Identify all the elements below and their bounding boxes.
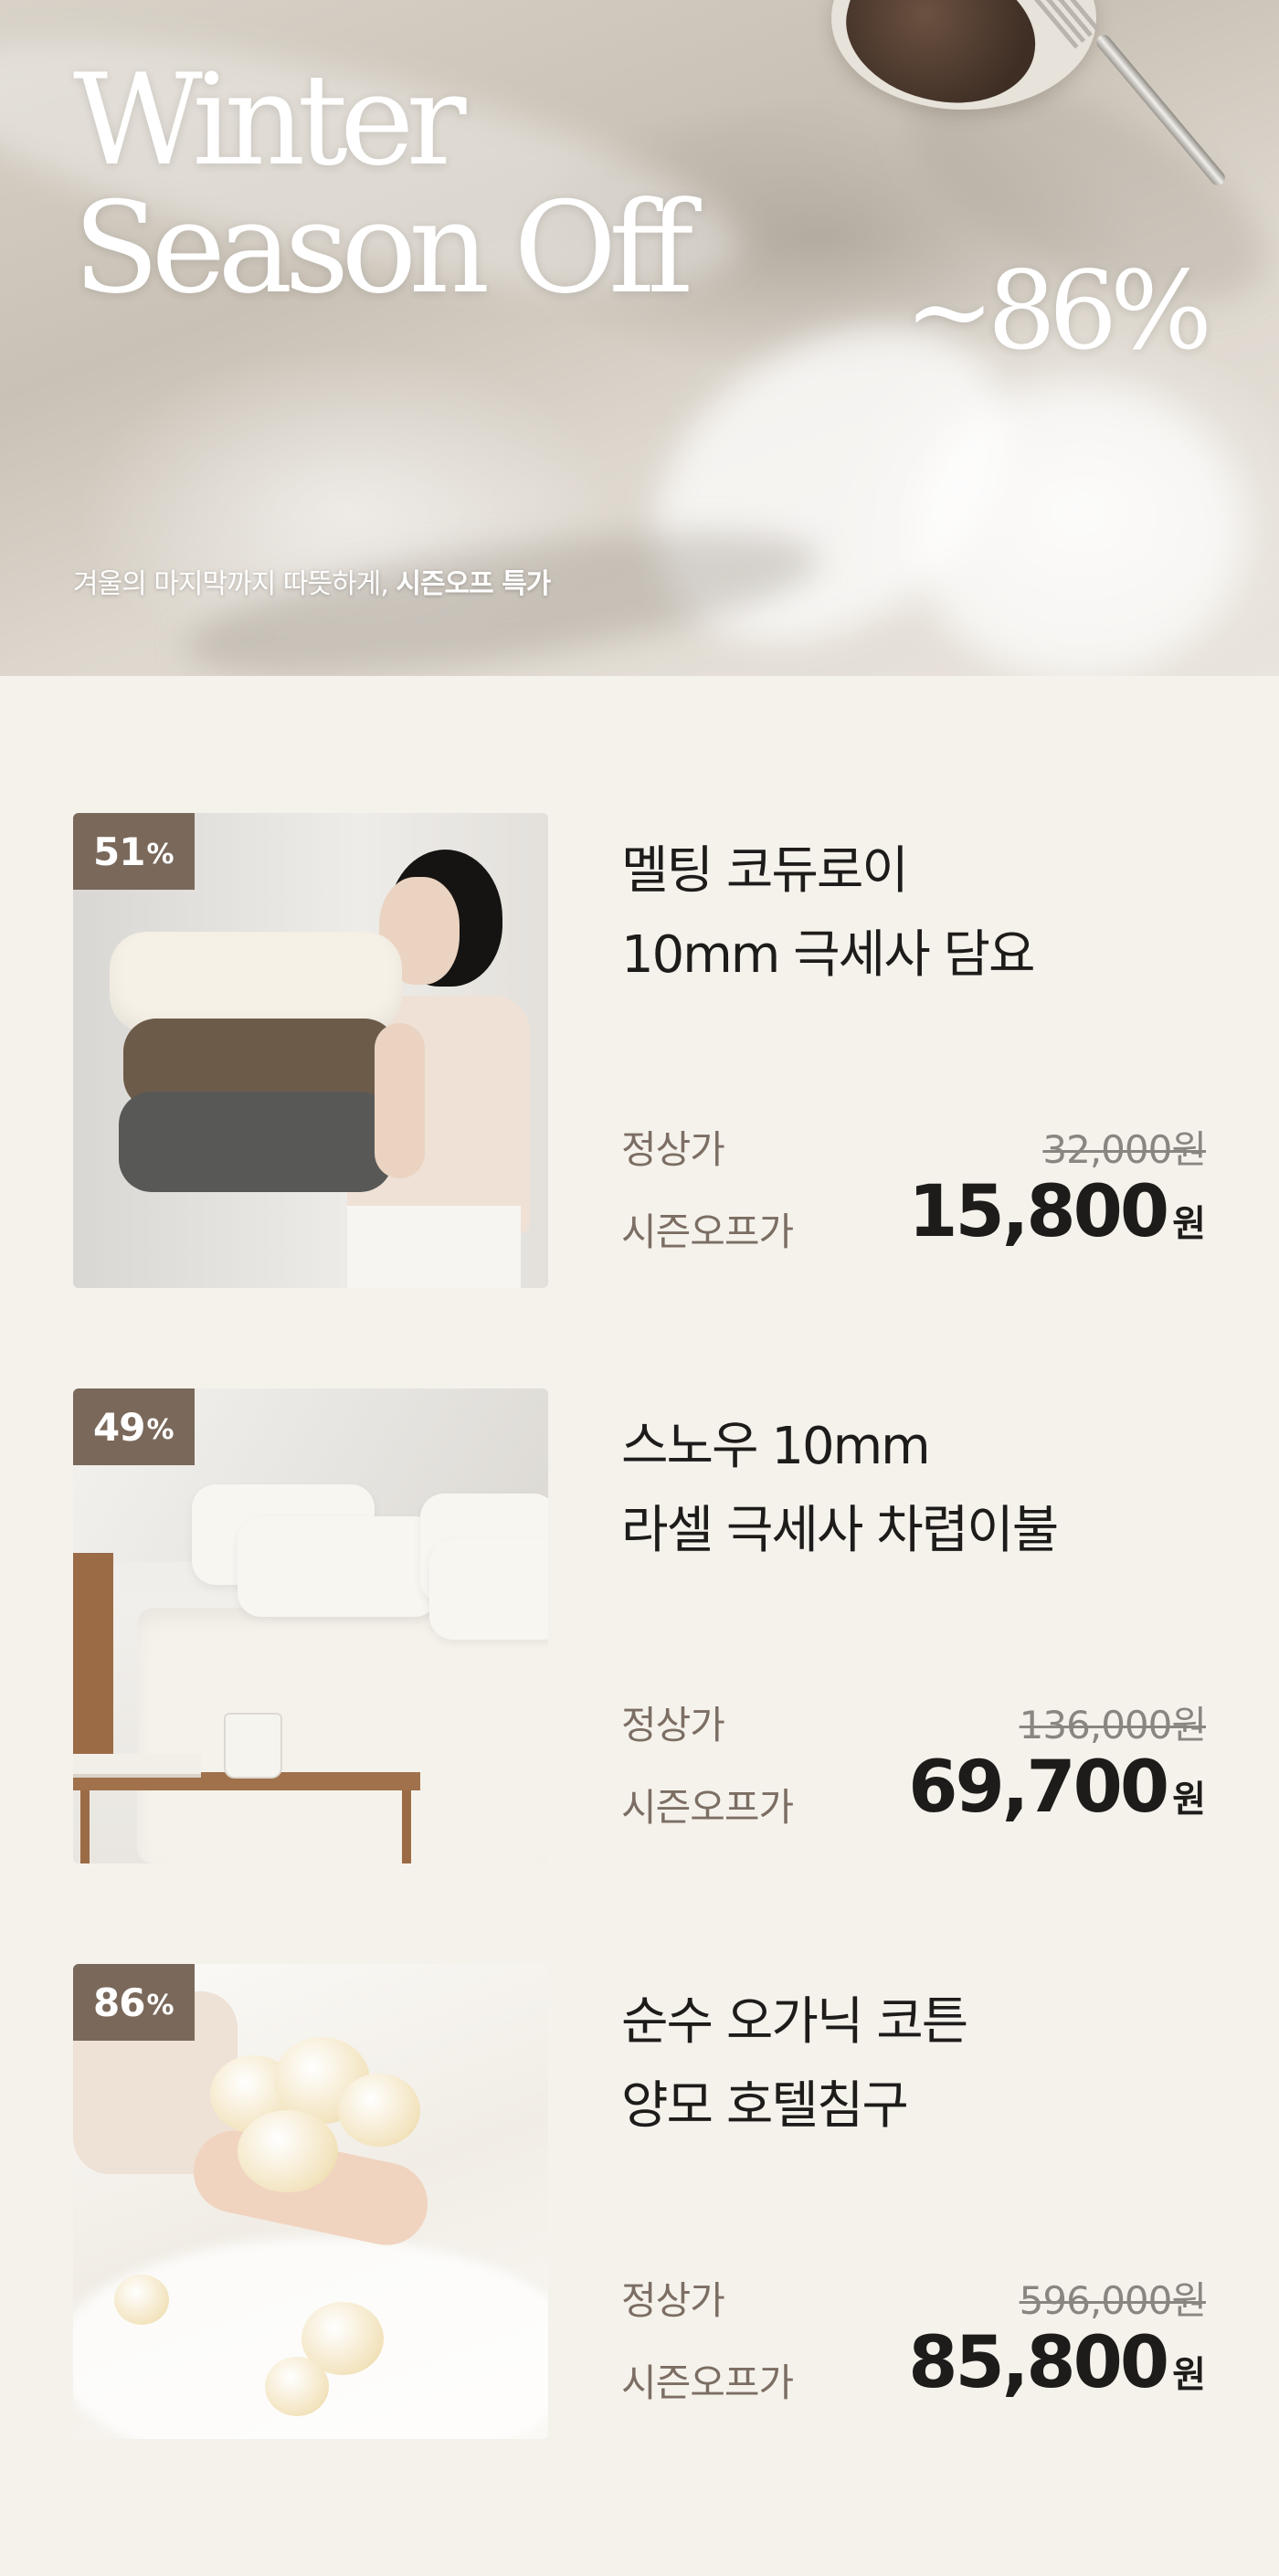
product-card-comforter[interactable]: 49% 스노우 10mm 라셀 극세사 차렵이불 정상가 136,000원 시즌… <box>73 1388 1207 1863</box>
blanket-fold-shading <box>914 384 1242 676</box>
product-card-bedding[interactable]: 86% 순수 오가닉 코튼 양모 호텔침구 정상가 596,000원 시즌오프가… <box>73 1964 1207 2439</box>
product-name[interactable]: 순수 오가닉 코튼 양모 호텔침구 <box>621 1980 968 2148</box>
product-name-line2: 양모 호텔침구 <box>621 2076 909 2136</box>
sale-price-amount: 15,800 <box>908 1171 1169 1253</box>
product-image[interactable]: 49% <box>73 1388 548 1863</box>
sale-price-currency: 원 <box>1172 1203 1206 1245</box>
sale-price: 69,700 원 <box>908 1747 1206 1829</box>
regular-price: 596,000원 <box>1019 2278 1207 2323</box>
pillow <box>429 1539 548 1640</box>
cotton-ball <box>114 2275 169 2325</box>
discount-badge: 51% <box>73 813 195 890</box>
discount-badge-unit: % <box>146 1989 174 2022</box>
discount-badge-unit: % <box>146 838 174 871</box>
wooden-chair <box>73 1553 113 1763</box>
side-table-leg <box>80 1790 90 1863</box>
ivory-comforter <box>137 1608 548 1863</box>
regular-price-label: 정상가 <box>621 1703 725 1747</box>
product-name-line1: 멜팅 코듀로이 <box>621 841 909 901</box>
product-name-line2: 라셀 극세사 차렵이불 <box>621 1501 1059 1560</box>
gray-blanket <box>119 1092 393 1192</box>
sale-price: 85,800 원 <box>908 2322 1206 2404</box>
sale-price: 15,800 원 <box>908 1171 1206 1253</box>
discount-badge-number: 51 <box>93 829 145 874</box>
regular-price: 32,000원 <box>1042 1127 1207 1172</box>
sale-price-label: 시즌오프가 <box>621 1785 794 1830</box>
sale-price-amount: 85,800 <box>908 2322 1169 2404</box>
cotton-ball <box>265 2357 329 2416</box>
discount-badge: 86% <box>73 1964 195 2041</box>
mug <box>224 1713 282 1779</box>
model-pants <box>347 1206 521 1288</box>
product-name[interactable]: 스노우 10mm 라셀 극세사 차렵이불 <box>621 1405 1059 1573</box>
product-image[interactable]: 51% <box>73 813 548 1288</box>
hero-subtitle-regular: 겨울의 마지막까지 따뜻하게, <box>73 568 396 600</box>
ivory-blanket <box>110 932 402 1032</box>
sale-price-label: 시즌오프가 <box>621 2360 794 2405</box>
hero-title-line1: Winter <box>73 47 467 194</box>
hero-title: Winter Season Off <box>73 47 693 322</box>
product-name-line2: 10mm 극세사 담요 <box>621 925 1036 985</box>
hero-subtitle-bold: 시즌오프 특가 <box>396 568 551 600</box>
open-book <box>73 1754 201 1778</box>
side-table-leg <box>402 1790 411 1863</box>
product-name[interactable]: 멜팅 코듀로이 10mm 극세사 담요 <box>621 829 1036 998</box>
product-card-blanket[interactable]: 51% 멜팅 코듀로이 10mm 극세사 담요 정상가 32,000원 시즌오프… <box>73 813 1207 1288</box>
discount-badge: 49% <box>73 1388 195 1465</box>
regular-price-label: 정상가 <box>621 1127 725 1172</box>
cotton-ball <box>238 2110 338 2192</box>
product-name-line1: 스노우 10mm <box>621 1417 931 1476</box>
hero-title-line2: Season Off <box>73 174 693 322</box>
cotton-ball <box>338 2074 420 2147</box>
hero-banner: Winter Season Off ~86% 겨울의 마지막까지 따뜻하게, 시… <box>0 0 1279 676</box>
regular-price: 136,000원 <box>1019 1703 1207 1747</box>
sale-price-amount: 69,700 <box>908 1747 1169 1829</box>
discount-badge-unit: % <box>146 1413 174 1446</box>
discount-badge-number: 86 <box>93 1980 145 2025</box>
sale-price-currency: 원 <box>1172 1779 1206 1821</box>
product-image[interactable]: 86% <box>73 1964 548 2439</box>
pillow <box>238 1516 439 1617</box>
discount-badge-number: 49 <box>93 1404 145 1450</box>
hero-max-discount: ~86% <box>904 248 1212 374</box>
product-name-line1: 순수 오가닉 코튼 <box>621 1992 968 2052</box>
sale-price-currency: 원 <box>1172 2354 1206 2396</box>
model-arm <box>375 1023 425 1178</box>
sale-price-label: 시즌오프가 <box>621 1209 794 1254</box>
regular-price-label: 정상가 <box>621 2278 725 2323</box>
hero-subtitle: 겨울의 마지막까지 따뜻하게, 시즌오프 특가 <box>73 561 551 601</box>
